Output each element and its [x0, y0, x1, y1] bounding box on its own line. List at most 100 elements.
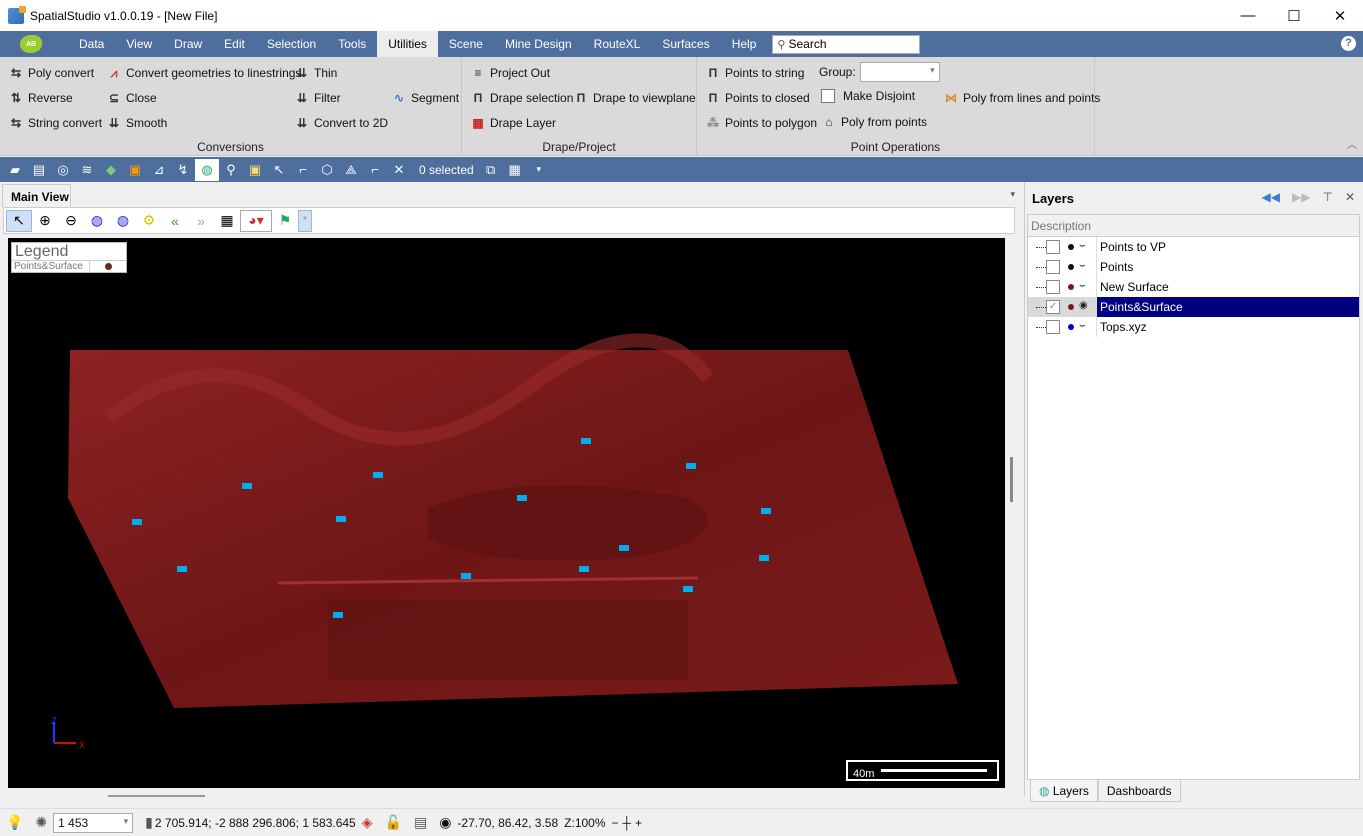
close-button[interactable]: ✕: [1317, 0, 1363, 31]
settings-gear-icon[interactable]: ⚙: [136, 210, 162, 232]
globe-icon[interactable]: ◍: [195, 158, 219, 181]
document-menu-icon[interactable]: ▾: [1010, 189, 1015, 200]
survey-point-marker[interactable]: [177, 566, 187, 572]
segment-button[interactable]: ∿ Segment: [391, 88, 459, 108]
measure-icon[interactable]: ⊿: [147, 159, 171, 181]
survey-point-marker[interactable]: [761, 508, 771, 514]
layer-row[interactable]: ⌣ Points: [1028, 257, 1359, 277]
make-disjoint-check[interactable]: [821, 89, 835, 103]
survey-point-marker[interactable]: [619, 545, 629, 551]
menu-view[interactable]: View: [115, 31, 163, 57]
vertical-scrollbar[interactable]: [1010, 457, 1013, 502]
layer-row[interactable]: ⌣ Points to VP: [1028, 237, 1359, 257]
globe-extent-icon[interactable]: ◍: [84, 210, 110, 232]
string-convert-button[interactable]: ⇆ String convert: [8, 113, 102, 133]
survey-point-marker[interactable]: [686, 463, 696, 469]
layers-icon[interactable]: ≋: [75, 159, 99, 181]
points-closed-button[interactable]: Π Points to closed: [705, 88, 810, 108]
make-disjoint-checkbox[interactable]: Make Disjoint: [821, 86, 915, 106]
points-string-button[interactable]: Π Points to string: [705, 63, 805, 83]
bookmark-icon[interactable]: ⚑: [272, 210, 298, 232]
layer-checkbox[interactable]: [1046, 260, 1060, 274]
scale-combo[interactable]: 1 453: [53, 812, 134, 833]
points-polygon-button[interactable]: ⁂ Points to polygon: [705, 113, 817, 133]
layer-row[interactable]: ⌣ Tops.xyz: [1028, 317, 1359, 337]
globe-full-icon[interactable]: ◍: [110, 210, 136, 232]
help-icon[interactable]: ?: [1341, 36, 1356, 51]
survey-point-marker[interactable]: [132, 519, 142, 525]
menu-draw[interactable]: Draw: [163, 31, 213, 57]
bing-icon[interactable]: ▣: [123, 159, 147, 181]
notes-icon[interactable]: ▤: [414, 814, 427, 831]
eye-closed-icon[interactable]: ⌣: [1079, 280, 1086, 291]
clear-selection-icon[interactable]: ✕: [387, 159, 411, 181]
palette-icon[interactable]: ◎: [51, 159, 75, 181]
menu-edit[interactable]: Edit: [213, 31, 256, 57]
z-scale-decrease[interactable]: −: [612, 816, 619, 830]
horizontal-scrollbar[interactable]: [108, 795, 205, 797]
zoom-out-icon[interactable]: ⊖: [58, 210, 84, 232]
snap-icon[interactable]: ◈: [362, 814, 373, 831]
select-line-icon[interactable]: ⌐: [291, 159, 315, 181]
z-scale-increase[interactable]: +: [635, 816, 642, 830]
tab-main-view[interactable]: Main View: [2, 184, 71, 207]
next-view-icon[interactable]: »: [188, 210, 214, 232]
layer-row[interactable]: ✓ ◉ Points&Surface: [1028, 297, 1359, 317]
menu-selection[interactable]: Selection: [256, 31, 327, 57]
collapse-left-icon[interactable]: ◀◀: [1262, 190, 1280, 204]
poly-lines-points-button[interactable]: ⋈ Poly from lines and points: [943, 88, 1100, 108]
pointer-tool-icon[interactable]: ↖: [6, 209, 32, 232]
survey-point-marker[interactable]: [759, 555, 769, 561]
map-icon[interactable]: ◆: [99, 159, 123, 181]
select-lasso-icon[interactable]: ⟁: [339, 159, 363, 181]
project-out-button[interactable]: ≡ Project Out: [470, 63, 550, 83]
close-string-button[interactable]: ⊆ Close: [106, 88, 157, 108]
pin-icon[interactable]: ⊤: [1322, 190, 1332, 204]
thin-button[interactable]: ⇊ Thin: [294, 63, 337, 83]
survey-point-marker[interactable]: [683, 586, 693, 592]
lightbulb-icon[interactable]: 💡: [6, 814, 23, 831]
smooth-button[interactable]: ⇊ Smooth: [106, 113, 167, 133]
color-scheme-dropdown[interactable]: ◕▾: [240, 209, 272, 232]
drape-layer-button[interactable]: ▦ Drape Layer: [470, 113, 556, 133]
z-scale-slider[interactable]: ┼: [623, 816, 632, 830]
convert-linestrings-button[interactable]: ⩘ Convert geometries to linestrings: [106, 63, 302, 83]
select-point-icon[interactable]: ↖: [267, 159, 291, 181]
menu-surfaces[interactable]: Surfaces: [651, 31, 720, 57]
document-icon[interactable]: ▤: [27, 159, 51, 181]
menu-mine-design[interactable]: Mine Design: [494, 31, 583, 57]
path-icon[interactable]: ↯: [171, 159, 195, 181]
open-folder-icon[interactable]: ▰: [3, 159, 27, 181]
survey-point-marker[interactable]: [517, 495, 527, 501]
layer-checkbox[interactable]: [1046, 280, 1060, 294]
zoom-in-icon[interactable]: ⊕: [32, 210, 58, 232]
poly-from-points-button[interactable]: ⌂ Poly from points: [821, 112, 927, 132]
filter-button[interactable]: ⇊ Filter: [294, 88, 341, 108]
group-combo[interactable]: [859, 62, 940, 82]
survey-point-marker[interactable]: [242, 483, 252, 489]
layer-checkbox[interactable]: [1046, 320, 1060, 334]
frame-icon[interactable]: ▣: [243, 159, 267, 181]
location-pin-icon[interactable]: ⚲: [219, 159, 243, 181]
menu-data[interactable]: Data: [68, 31, 115, 57]
convert-2d-button[interactable]: ⇊ Convert to 2D: [294, 113, 388, 133]
grid-icon[interactable]: ▦: [214, 210, 240, 232]
collapse-ribbon-icon[interactable]: ︿: [1347, 136, 1357, 151]
tab-dashboards[interactable]: Dashboards: [1097, 779, 1181, 802]
select-rect-icon[interactable]: ⌐: [363, 159, 387, 181]
3d-viewport[interactable]: Z X Legend Points&Surface 40m: [8, 238, 1005, 788]
eye-open-icon[interactable]: ◉: [1079, 300, 1088, 311]
poly-convert-button[interactable]: ⇆ Poly convert: [8, 63, 94, 83]
survey-point-marker[interactable]: [581, 438, 591, 444]
survey-point-marker[interactable]: [373, 472, 383, 478]
attribute-table-icon[interactable]: ▦: [503, 159, 527, 181]
render-mode-icon[interactable]: ✺: [35, 814, 47, 831]
toolbar-overflow-icon[interactable]: ▾: [527, 159, 551, 181]
survey-point-marker[interactable]: [333, 612, 343, 618]
drape-selection-button[interactable]: Π Drape selection: [470, 88, 574, 108]
search-input[interactable]: ⚲ Search: [772, 34, 921, 54]
menu-routexl[interactable]: RouteXL: [583, 31, 652, 57]
reverse-button[interactable]: ⇅ Reverse: [8, 88, 73, 108]
selection-copy-icon[interactable]: ⧉: [479, 159, 503, 181]
menu-utilities[interactable]: Utilities: [377, 31, 438, 57]
